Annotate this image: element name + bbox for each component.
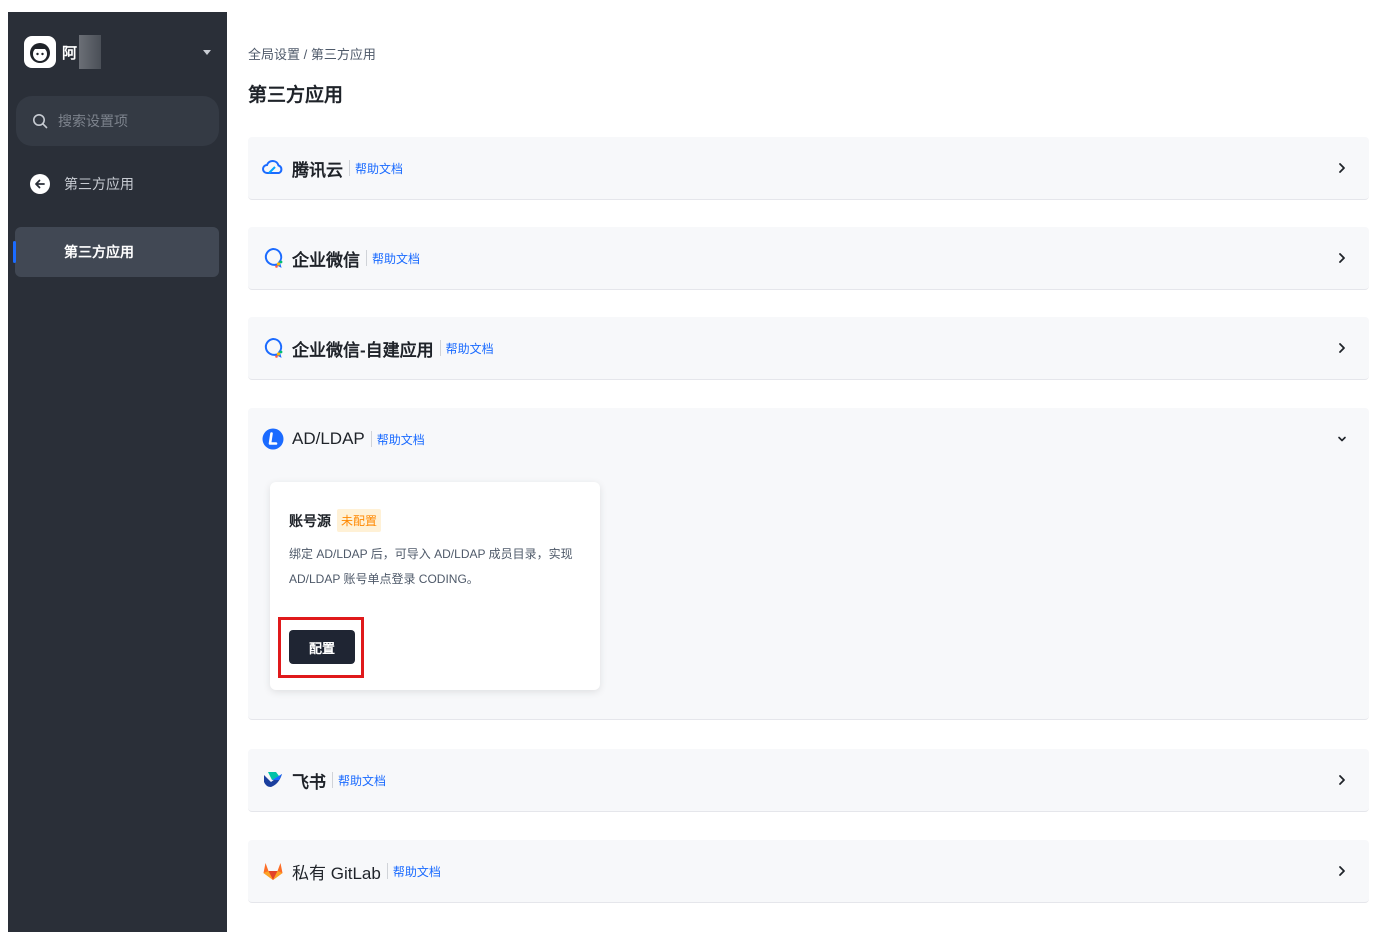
divider <box>349 160 350 176</box>
active-indicator <box>13 241 16 263</box>
integration-header[interactable]: AD/LDAP 帮助文档 <box>248 408 1369 470</box>
ldap-icon <box>262 428 284 450</box>
chevron-down-icon[interactable] <box>1333 430 1351 448</box>
feishu-icon <box>262 769 284 791</box>
integration-name: 企业微信-自建应用 <box>292 340 434 360</box>
integration-tencent-cloud: 腾讯云 帮助文档 <box>248 137 1369 200</box>
integration-name: 私有 GitLab <box>292 863 381 883</box>
settings-search[interactable] <box>16 96 219 146</box>
gitlab-icon <box>262 860 284 882</box>
breadcrumb: 全局设置 / 第三方应用 <box>248 47 376 62</box>
team-name: 阿 <box>62 44 78 62</box>
chevron-right-icon[interactable] <box>1333 249 1351 267</box>
divider <box>366 250 367 266</box>
team-name-redacted <box>79 35 102 69</box>
configure-button[interactable]: 配置 <box>289 630 355 664</box>
help-doc-link[interactable]: 帮助文档 <box>393 863 441 880</box>
divider <box>386 863 388 879</box>
integration-name: AD/LDAP <box>292 429 365 448</box>
wecom-icon <box>262 337 284 359</box>
account-source-header: 账号源 未配置 <box>289 509 382 532</box>
team-switcher[interactable]: 阿 <box>24 34 211 70</box>
account-source-card: 账号源 未配置 绑定 AD/LDAP 后，可导入 AD/LDAP 成员目录，实现… <box>270 482 600 690</box>
main-content: 全局设置 / 第三方应用 第三方应用 腾讯云 帮助文档 企业微信 帮助文档 企业… <box>248 0 1369 932</box>
account-source-description: 绑定 AD/LDAP 后，可导入 AD/LDAP 成员目录，实现 AD/LDAP… <box>289 547 573 586</box>
help-doc-link[interactable]: 帮助文档 <box>377 431 425 448</box>
search-input[interactable] <box>58 113 198 129</box>
account-source-title: 账号源 <box>289 512 331 529</box>
integration-header[interactable]: 飞书 帮助文档 <box>248 749 1369 811</box>
team-logo-icon <box>30 43 50 63</box>
sidebar-item-third-party-apps[interactable]: 第三方应用 <box>13 227 219 277</box>
integration-header[interactable]: 企业微信 帮助文档 <box>248 227 1369 289</box>
integration-name: 企业微信 <box>292 250 360 270</box>
divider <box>370 431 372 447</box>
chevron-right-icon[interactable] <box>1333 339 1351 357</box>
caret-down-icon[interactable] <box>203 49 211 55</box>
integration-header[interactable]: 私有 GitLab 帮助文档 <box>248 840 1369 902</box>
divider <box>332 772 333 788</box>
integration-feishu: 飞书 帮助文档 <box>248 749 1369 812</box>
back-label: 第三方应用 <box>64 176 134 192</box>
help-doc-link[interactable]: 帮助文档 <box>446 340 494 357</box>
team-avatar <box>24 36 56 68</box>
search-icon <box>33 114 48 129</box>
tencent-cloud-icon <box>262 157 284 179</box>
back-arrow-icon[interactable] <box>30 174 50 194</box>
sidebar: 阿 第三方应用 第三方应用 <box>8 12 227 932</box>
chevron-right-icon[interactable] <box>1333 159 1351 177</box>
chevron-right-icon[interactable] <box>1333 771 1351 789</box>
integration-wecom: 企业微信 帮助文档 <box>248 227 1369 290</box>
help-doc-link[interactable]: 帮助文档 <box>338 772 386 789</box>
integration-private-gitlab: 私有 GitLab 帮助文档 <box>248 840 1369 903</box>
integration-name: 腾讯云 <box>292 160 343 180</box>
back-link[interactable]: 第三方应用 <box>30 174 134 194</box>
integration-wecom-custom: 企业微信-自建应用 帮助文档 <box>248 317 1369 380</box>
integration-name: 飞书 <box>292 772 326 792</box>
integration-header[interactable]: 企业微信-自建应用 帮助文档 <box>248 317 1369 379</box>
help-doc-link[interactable]: 帮助文档 <box>355 160 403 177</box>
integration-ad-ldap: AD/LDAP 帮助文档 账号源 未配置 绑定 AD/LDAP 后，可导入 AD… <box>248 408 1369 720</box>
integration-header[interactable]: 腾讯云 帮助文档 <box>248 137 1369 199</box>
chevron-right-icon[interactable] <box>1333 862 1351 880</box>
wecom-icon <box>262 247 284 269</box>
sidebar-item-label: 第三方应用 <box>64 244 134 260</box>
divider <box>439 340 441 356</box>
status-badge: 未配置 <box>337 509 382 532</box>
help-doc-link[interactable]: 帮助文档 <box>372 250 420 267</box>
page-title: 第三方应用 <box>248 85 344 106</box>
